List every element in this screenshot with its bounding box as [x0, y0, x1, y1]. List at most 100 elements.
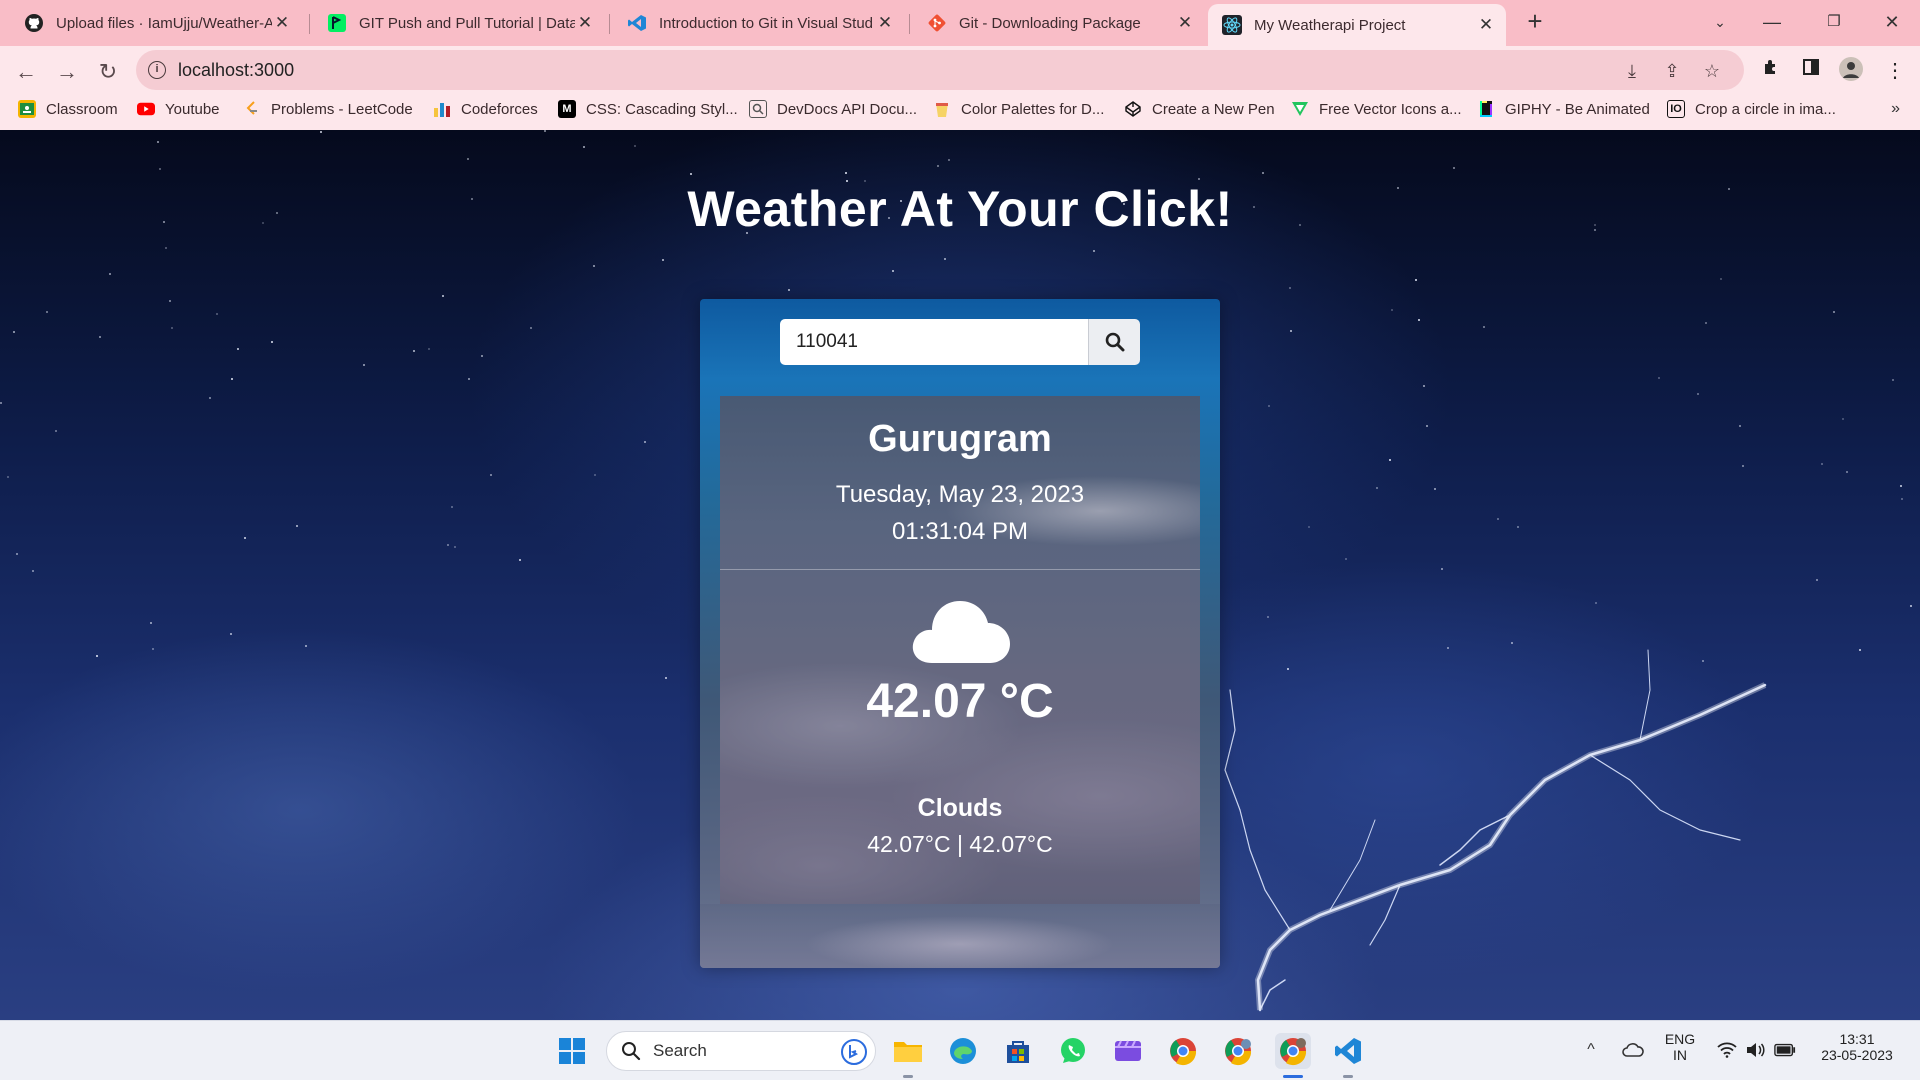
start-button[interactable]: [554, 1033, 590, 1069]
divider: [720, 569, 1200, 570]
profile-avatar[interactable]: [1836, 56, 1866, 86]
bookmark-star-icon[interactable]: ☆: [1700, 59, 1724, 83]
codepen-icon: [1124, 100, 1142, 118]
tab-title: GIT Push and Pull Tutorial | DataC: [359, 14, 575, 32]
mdn-icon: M: [558, 100, 576, 118]
bookmark-devdocs[interactable]: DevDocs API Docu...: [749, 100, 917, 118]
menu-kebab-icon[interactable]: ⋮: [1880, 56, 1910, 86]
clipchamp-icon: [1115, 1040, 1141, 1061]
bookmark-flaticon[interactable]: Free Vector Icons a...: [1291, 100, 1462, 118]
bookmarks-bar: Classroom Youtube Problems - LeetCode Co…: [0, 96, 1920, 126]
pincode-search-input[interactable]: [780, 319, 1088, 365]
onedrive-icon[interactable]: [1622, 1039, 1644, 1061]
clock-time: 13:31: [1839, 1031, 1875, 1047]
restore-button[interactable]: ❐: [1814, 4, 1854, 40]
tab-separator: [909, 14, 910, 34]
codeforces-icon: [433, 100, 451, 118]
store-icon: [1007, 1041, 1029, 1063]
tab-strip: Upload files · IamUjju/Weather-A ✕ GIT P…: [0, 0, 1920, 46]
chrome-profile-3-button[interactable]: [1275, 1033, 1311, 1069]
search-button[interactable]: [1088, 319, 1140, 365]
side-panel-icon[interactable]: [1796, 56, 1826, 86]
tab-git-downloading[interactable]: Git - Downloading Package ✕: [913, 5, 1205, 41]
wifi-icon[interactable]: [1716, 1039, 1738, 1061]
bookmark-giphy[interactable]: GIPHY - Be Animated: [1477, 100, 1650, 118]
tab-separator: [609, 14, 610, 34]
datacamp-icon: [327, 13, 347, 33]
system-clock[interactable]: 13:31 23-05-2023: [1812, 1031, 1902, 1063]
windows-taskbar: Search ^ ENG IN 13:31 23-05-2023: [0, 1020, 1920, 1080]
file-explorer-button[interactable]: [890, 1033, 926, 1069]
youtube-icon: [137, 100, 155, 118]
close-icon[interactable]: ✕: [1476, 15, 1496, 35]
current-date: Tuesday, May 23, 2023: [835, 481, 1085, 508]
close-icon[interactable]: ✕: [1175, 13, 1195, 33]
taskbar-search-label: Search: [653, 1041, 707, 1060]
bookmark-mdn-css[interactable]: M CSS: Cascading Styl...: [558, 100, 738, 118]
chrome-profile-2-button[interactable]: [1220, 1033, 1256, 1069]
battery-icon[interactable]: [1774, 1039, 1796, 1061]
reload-button[interactable]: ↻: [92, 56, 124, 88]
share-icon[interactable]: ⇪: [1660, 59, 1684, 83]
bookmark-codeforces[interactable]: Codeforces: [433, 100, 538, 118]
new-tab-button[interactable]: +: [1520, 6, 1550, 36]
whatsapp-icon: [1061, 1038, 1085, 1063]
search-icon: [1105, 332, 1124, 352]
forward-button[interactable]: →: [51, 56, 83, 88]
bookmark-codepen[interactable]: Create a New Pen: [1124, 100, 1275, 118]
tab-title: My Weatherapi Project: [1254, 16, 1406, 34]
weather-details-panel: Gurugram Tuesday, May 23, 2023 01:31:04 …: [720, 396, 1200, 904]
flaticon-icon: [1291, 100, 1309, 118]
bookmarks-overflow-icon[interactable]: »: [1891, 100, 1900, 118]
info-icon[interactable]: i: [148, 61, 166, 79]
clock-date: 23-05-2023: [1821, 1047, 1893, 1063]
bookmark-youtube[interactable]: Youtube: [137, 100, 220, 118]
city-name: Gurugram: [868, 418, 1052, 460]
chrome-icon: [1280, 1038, 1307, 1066]
browser-toolbar: ← → ↻ i ⤓ ⇪ ☆ ⋮ Classroom Youtube Proble…: [0, 46, 1920, 130]
tab-intro-git-vscode[interactable]: Introduction to Git in Visual Stud ✕: [613, 5, 905, 41]
back-button[interactable]: ←: [10, 56, 42, 88]
tab-git-push-pull[interactable]: GIT Push and Pull Tutorial | DataC ✕: [313, 5, 605, 41]
app-active-indicator: [1283, 1075, 1303, 1078]
colorhunt-icon: [933, 100, 951, 118]
tab-weatherapi-project[interactable]: My Weatherapi Project ✕: [1208, 4, 1506, 46]
extensions-icon[interactable]: [1756, 56, 1786, 86]
show-hidden-icons-chevron[interactable]: ^: [1580, 1039, 1602, 1061]
bookmark-classroom[interactable]: Classroom: [18, 100, 118, 118]
microsoft-store-button[interactable]: [1000, 1033, 1036, 1069]
close-icon[interactable]: ✕: [575, 13, 595, 33]
page-title: Weather At Your Click!: [687, 181, 1233, 237]
close-icon[interactable]: ✕: [875, 13, 895, 33]
vscode-icon: [627, 13, 647, 33]
giphy-icon: [1477, 100, 1495, 118]
volume-icon[interactable]: [1744, 1039, 1766, 1061]
edge-button[interactable]: [945, 1033, 981, 1069]
devdocs-icon: [749, 100, 767, 118]
install-app-icon[interactable]: ⤓: [1620, 59, 1644, 83]
chrome-icon: [1225, 1038, 1252, 1066]
minimize-button[interactable]: —: [1752, 4, 1792, 40]
bookmark-leetcode[interactable]: Problems - LeetCode: [243, 100, 413, 118]
close-window-button[interactable]: ✕: [1872, 4, 1912, 40]
taskbar-search-box[interactable]: Search: [606, 1031, 876, 1071]
weather-page: Weather At Your Click! Gurugram Tuesday,…: [0, 130, 1920, 1020]
search-bar: [780, 319, 1140, 365]
chrome-icon: [1170, 1038, 1197, 1066]
tab-search-chevron-icon[interactable]: ⌄: [1700, 4, 1740, 40]
tab-separator: [309, 14, 310, 34]
bookmark-crop-circle[interactable]: IO Crop a circle in ima...: [1667, 100, 1836, 118]
bookmark-color-palettes[interactable]: Color Palettes for D...: [933, 100, 1104, 118]
address-bar[interactable]: i ⤓ ⇪ ☆: [136, 50, 1744, 90]
whatsapp-button[interactable]: [1055, 1033, 1091, 1069]
tab-upload-files[interactable]: Upload files · IamUjju/Weather-A ✕: [10, 5, 302, 41]
vscode-button[interactable]: [1330, 1033, 1366, 1069]
url-input[interactable]: [178, 50, 1578, 90]
io-icon: IO: [1667, 100, 1685, 118]
bing-icon: [841, 1039, 867, 1065]
cloud-icon: [912, 601, 1010, 663]
close-icon[interactable]: ✕: [272, 13, 292, 33]
language-indicator[interactable]: ENG IN: [1662, 1031, 1698, 1063]
clipchamp-button[interactable]: [1110, 1033, 1146, 1069]
chrome-profile-1-button[interactable]: [1165, 1033, 1201, 1069]
